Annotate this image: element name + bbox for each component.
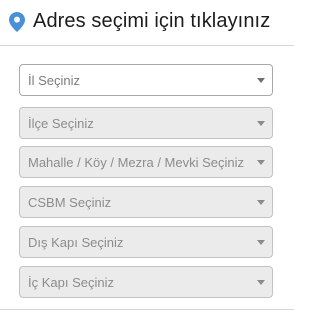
csbm-select-label: CSBM Seçiniz xyxy=(28,195,112,210)
csbm-select[interactable]: CSBM Seçiniz xyxy=(19,186,273,218)
province-select[interactable]: İl Seçiniz xyxy=(19,64,273,96)
outer-door-select[interactable]: Dış Kapı Seçiniz xyxy=(19,226,273,258)
caret-down-icon xyxy=(257,280,265,285)
inner-door-select[interactable]: İç Kapı Seçiniz xyxy=(19,266,273,298)
address-header[interactable]: Adres seçimi için tıklayınız xyxy=(0,0,294,46)
map-pin-icon xyxy=(9,12,25,32)
caret-down-icon xyxy=(257,78,265,83)
header-title: Adres seçimi için tıklayınız xyxy=(33,10,271,32)
caret-down-icon xyxy=(257,121,265,126)
inner-door-select-label: İç Kapı Seçiniz xyxy=(28,275,114,290)
province-select-label: İl Seçiniz xyxy=(28,73,81,88)
caret-down-icon xyxy=(257,200,265,205)
caret-down-icon xyxy=(257,240,265,245)
address-picker-panel: Adres seçimi için tıklayınız İl Seçiniz … xyxy=(0,0,294,335)
caret-down-icon xyxy=(257,160,265,165)
outer-door-select-label: Dış Kapı Seçiniz xyxy=(28,235,124,250)
neighborhood-select[interactable]: Mahalle / Köy / Mezra / Mevki Seçiniz xyxy=(19,146,273,178)
bottom-divider xyxy=(0,309,294,310)
neighborhood-select-label: Mahalle / Köy / Mezra / Mevki Seçiniz xyxy=(28,155,245,170)
district-select[interactable]: İlçe Seçiniz xyxy=(19,107,273,139)
district-select-label: İlçe Seçiniz xyxy=(28,116,94,131)
